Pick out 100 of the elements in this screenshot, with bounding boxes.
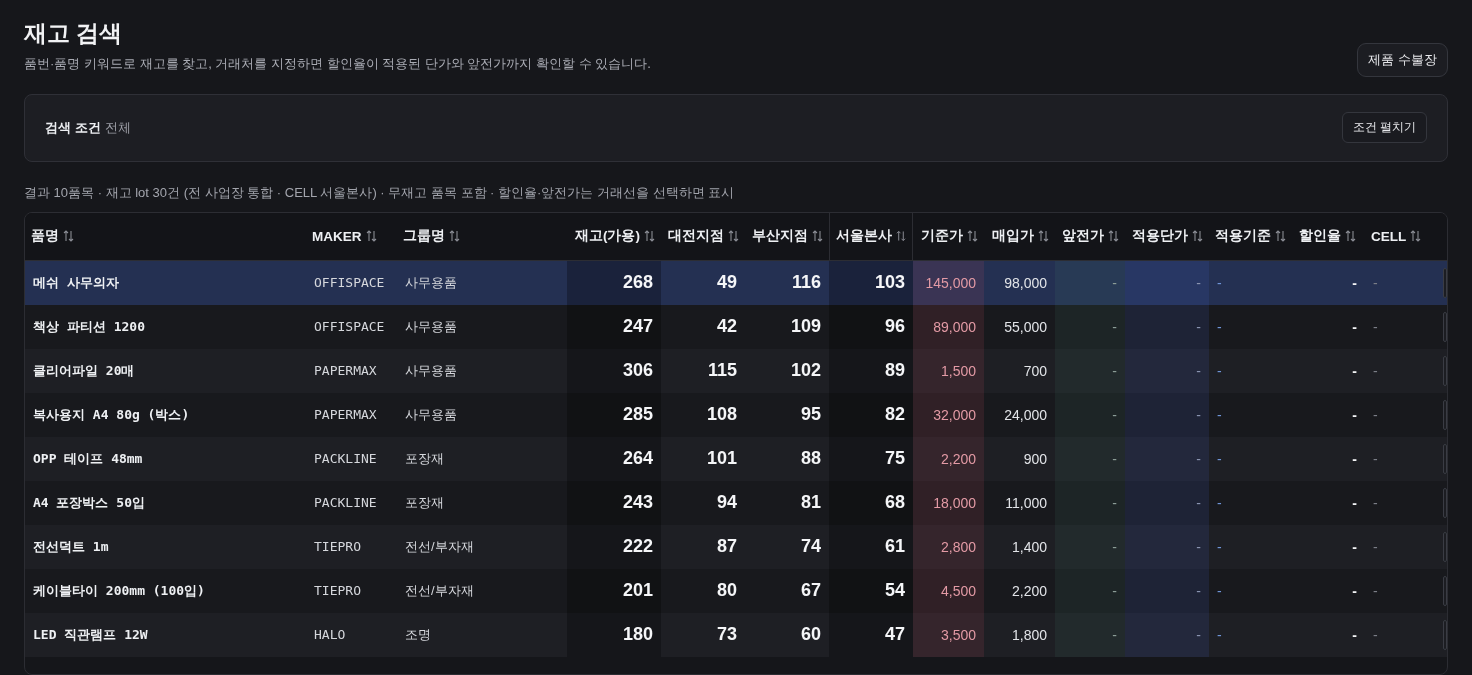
table-cell: 42	[716, 316, 737, 338]
column-header[interactable]: 부산지점	[745, 212, 829, 260]
row-action-button[interactable]	[1443, 311, 1447, 342]
table-cell: 4,500	[940, 582, 976, 599]
table-row[interactable]: 클리어파일 20매 PAPERMAX 사무용품 306 115 102 89 1,500 700 - - - - -	[25, 348, 1447, 393]
table-cell: 900	[1023, 450, 1047, 467]
sort-icon	[1192, 230, 1203, 243]
table-cell: 포장재	[405, 493, 444, 512]
row-action-button[interactable]	[1443, 487, 1447, 518]
table-cell: 94	[716, 492, 737, 514]
column-header[interactable]: 적용단가	[1125, 212, 1209, 260]
row-action-button[interactable]	[1443, 355, 1447, 386]
table-cell: -	[1196, 626, 1201, 643]
table-cell: 180	[622, 624, 653, 646]
row-action-button[interactable]	[1443, 399, 1447, 430]
table-cell: -	[1217, 406, 1222, 423]
table-cell: 메쉬 사무의자	[33, 273, 119, 292]
table-cell: 96	[884, 316, 905, 338]
table-cell: 89	[884, 360, 905, 382]
table-row[interactable]: OPP 테이프 48mm PACKLINE 포장재 264 101 88 75 2,200 900 - - - - -	[25, 436, 1447, 481]
table-cell: -	[1196, 274, 1201, 291]
table-cell: 201	[622, 580, 653, 602]
table-cell: OFFISPACE	[314, 275, 385, 291]
column-header[interactable]: 대전지점	[661, 212, 745, 260]
row-action-button[interactable]	[1443, 575, 1447, 606]
table-cell: 60	[800, 624, 821, 646]
table-cell: PACKLINE	[314, 451, 377, 467]
table-row[interactable]: 전선덕트 1m TIEPRO 전선/부자재 222 87 74 61 2,800 1,400 - - - - -	[25, 524, 1447, 569]
column-header[interactable]: MAKER	[306, 212, 397, 260]
table-cell: -	[1217, 494, 1222, 511]
table-cell: -	[1217, 626, 1222, 643]
inventory-ledger-button[interactable]: 제품 수불장	[1357, 43, 1448, 77]
table-cell: 전선덕트 1m	[33, 537, 109, 556]
table-cell: OFFISPACE	[314, 319, 385, 335]
result-summary: 결과 10품목 · 재고 lot 30건 (전 사업장 통합 · CELL 서울본사) · 무재고 품목 포함 · 할인율·앞전가는 거래선을 선택하면 표시	[24, 184, 735, 200]
column-header[interactable]: 그룹명	[397, 212, 567, 260]
column-header[interactable]: 품명	[25, 212, 306, 260]
column-header[interactable]: 기준가	[913, 212, 984, 260]
table-cell: 268	[622, 272, 653, 294]
table-cell: -	[1352, 362, 1357, 379]
column-header[interactable]: CELL	[1365, 212, 1441, 260]
column-header[interactable]: 재고(가용)	[567, 212, 661, 260]
table-cell: 사무용품	[405, 405, 457, 424]
table-cell: 116	[791, 272, 821, 294]
table-cell: -	[1112, 494, 1117, 511]
table-cell: 74	[800, 536, 821, 558]
table-cell: 108	[706, 404, 737, 426]
table-cell: -	[1352, 626, 1357, 643]
row-action-button[interactable]	[1443, 443, 1447, 474]
sort-icon	[365, 230, 377, 243]
row-action-button[interactable]	[1443, 531, 1447, 562]
table-cell: 73	[716, 624, 737, 646]
filter-label: 검색 조건	[45, 120, 101, 136]
table-cell: -	[1217, 274, 1222, 291]
table-cell: 32,000	[933, 406, 976, 423]
table-cell: 109	[790, 316, 821, 338]
table-cell: 700	[1023, 362, 1047, 379]
table-cell: 101	[706, 448, 737, 470]
column-header[interactable]: 앞전가	[1055, 212, 1125, 260]
table-cell: 조명	[405, 625, 431, 644]
table-row[interactable]: 메쉬 사무의자 OFFISPACE 사무용품 268 49 116 103 145,000 98,000 - - - - -	[25, 260, 1447, 305]
table-cell: 88	[800, 448, 821, 470]
table-cell: -	[1217, 362, 1222, 379]
table-cell: -	[1352, 274, 1357, 291]
sort-icon	[449, 230, 460, 243]
table-cell: -	[1352, 494, 1357, 511]
table-cell: 47	[884, 624, 905, 646]
table-cell: -	[1196, 406, 1201, 423]
column-header[interactable]: 매입가	[984, 212, 1055, 260]
table-cell: -	[1352, 318, 1357, 335]
table-cell: 3,500	[940, 626, 976, 643]
sort-icon	[1108, 230, 1119, 243]
table-cell: 145,000	[925, 274, 976, 291]
table-cell: -	[1112, 538, 1117, 555]
expand-filter-button[interactable]: 조건 펼치기	[1341, 112, 1427, 144]
table-cell: 68	[884, 492, 905, 514]
sort-icon	[1345, 230, 1356, 243]
table-row[interactable]: LED 직관램프 12W HALO 조명 180 73 60 47 3,500 1,800 - - - - -	[25, 612, 1447, 657]
row-action-button[interactable]	[1443, 619, 1447, 650]
table-cell: -	[1373, 626, 1378, 643]
table-cell: 306	[622, 360, 653, 382]
table-cell: -	[1373, 362, 1378, 379]
table-cell: 95	[800, 404, 821, 426]
page-description: 품번·품명 키워드로 재고를 찾고, 거래처를 지정하면 할인율이 적용된 단가와 앞전가까지 확인할 수 있습니다.	[24, 55, 651, 73]
table-cell: -	[1352, 538, 1357, 555]
table-cell: 81	[800, 492, 821, 514]
table-cell: -	[1196, 450, 1201, 467]
sort-icon	[1038, 230, 1049, 243]
table-cell: 264	[622, 448, 653, 470]
table-cell: 103	[874, 272, 905, 294]
table-cell: 2,200	[940, 450, 976, 467]
row-action-button[interactable]	[1443, 267, 1447, 298]
table-cell: 54	[884, 580, 905, 602]
sort-icon	[1275, 230, 1286, 243]
table-cell: -	[1373, 582, 1378, 599]
column-header[interactable]: 서울본사	[829, 212, 913, 260]
column-header[interactable]: 적용기준	[1209, 212, 1293, 260]
table-cell: -	[1196, 494, 1201, 511]
column-header[interactable]: 할인율	[1293, 212, 1365, 260]
table-cell: 82	[884, 404, 905, 426]
